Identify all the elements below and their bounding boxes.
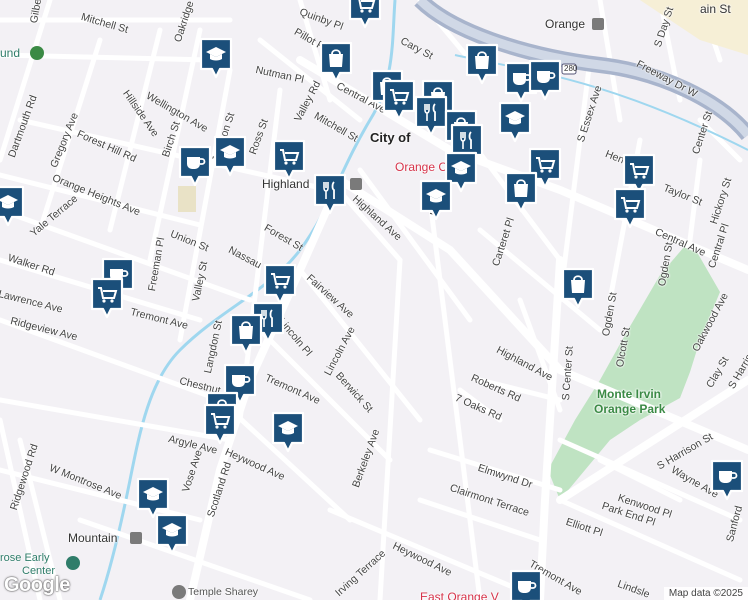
marker-coffee-tremont-e[interactable] — [508, 568, 544, 600]
transit-poi-icon — [592, 18, 604, 30]
marker-cart-montrose[interactable] — [202, 402, 238, 446]
highway-shield-number: 280 — [564, 64, 578, 73]
marker-bag-carteret[interactable] — [503, 170, 539, 214]
place-label-city: City of — [370, 130, 411, 145]
marker-cart-top[interactable] — [347, 0, 383, 30]
marker-coffee-wayne[interactable] — [709, 458, 745, 502]
marker-bag-ogden[interactable] — [560, 266, 596, 310]
school-poi-icon — [66, 556, 80, 570]
marker-bag-cary[interactable] — [464, 42, 500, 86]
marker-bag-valley[interactable] — [318, 40, 354, 84]
marker-restaurant-highland[interactable] — [312, 172, 348, 216]
marker-cart-highland[interactable] — [271, 138, 307, 182]
transit-highland-icon — [350, 178, 362, 190]
highland-park-area — [178, 186, 196, 212]
marker-school-li[interactable] — [418, 178, 454, 222]
worship-poi-icon — [172, 585, 186, 599]
marker-cart-center-1[interactable] — [381, 78, 417, 122]
marker-school-essex[interactable] — [497, 100, 533, 144]
place-label-monte-irvin-1: Monte Irvin — [597, 387, 662, 401]
place-label-rose-early-1: rose Early — [0, 552, 50, 564]
marker-school-oakridge[interactable] — [198, 36, 234, 80]
google-logo: Google — [4, 574, 70, 596]
downtown-area — [640, 0, 748, 55]
attribution[interactable]: Map data ©2025 — [663, 587, 748, 600]
place-label-east-orange: East Orange V — [420, 590, 499, 600]
park-poi-icon — [30, 46, 44, 60]
place-label-orange: Orange — [545, 17, 586, 31]
marker-school-heywood[interactable] — [270, 410, 306, 454]
place-label-monte-irvin-2: Orange Park — [594, 402, 666, 416]
marker-school-mountain[interactable] — [154, 512, 190, 556]
marker-school-heights[interactable] — [0, 184, 26, 228]
place-label-und: und — [0, 46, 21, 60]
s-center-st-road — [536, 256, 564, 600]
marker-cart-taylor[interactable] — [612, 186, 648, 230]
marker-bag-lincoln[interactable] — [228, 312, 264, 356]
marker-school-ross[interactable] — [212, 134, 248, 178]
place-label-mountain: Mountain — [68, 531, 118, 545]
map-canvas[interactable]: Mitchell St Gilbert Oakridge Rd Quinby P… — [0, 0, 748, 600]
marker-coffee-freeway-2[interactable] — [527, 58, 563, 102]
transit-mountain-icon — [130, 532, 142, 544]
marker-coffee-wellington[interactable] — [177, 144, 213, 188]
place-label-temple: Temple Sharey — [188, 586, 259, 598]
marker-cart-tremont[interactable] — [89, 276, 125, 320]
place-label-main-st: ain St — [700, 2, 731, 16]
